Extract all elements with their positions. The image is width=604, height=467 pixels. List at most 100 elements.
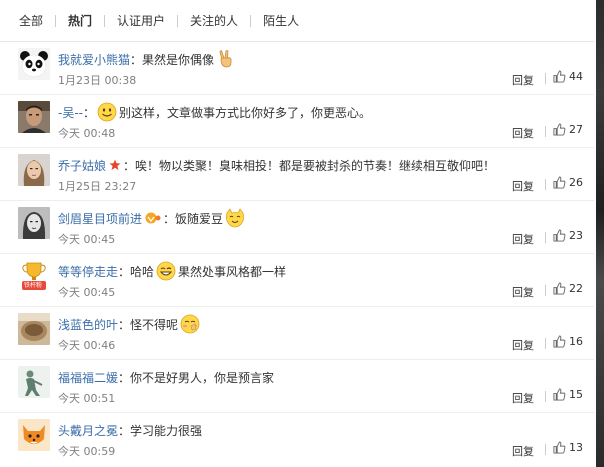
reply-button[interactable]: 回复 <box>512 125 534 141</box>
comment-time: 今天 00:45 <box>58 233 116 246</box>
action-divider <box>545 391 546 402</box>
like-count: 26 <box>569 176 583 189</box>
reply-button[interactable]: 回复 <box>512 231 534 247</box>
tab-verified-users[interactable]: 认证用户 <box>105 0 177 42</box>
comment-username[interactable]: 浅蓝色的叶 <box>58 316 118 333</box>
avatar-badge-label: 铁杆粉 <box>24 282 43 289</box>
comment-time: 今天 00:46 <box>58 339 116 352</box>
reply-button[interactable]: 回复 <box>512 390 534 406</box>
like-button[interactable]: 27 <box>553 123 583 136</box>
comment-username[interactable]: 剑眉星目项前进 <box>58 210 142 227</box>
comment-time: 今天 00:51 <box>58 392 116 405</box>
action-divider <box>545 126 546 137</box>
comment-username[interactable]: 乔子姑娘 <box>58 157 106 174</box>
victory-hand-emoji <box>216 49 236 69</box>
like-count: 22 <box>569 282 583 295</box>
comment-username[interactable]: 福福福二媛 <box>58 369 118 386</box>
woman-avatar[interactable] <box>18 154 50 186</box>
tab-following[interactable]: 关注的人 <box>178 0 250 42</box>
tab-strangers[interactable]: 陌生人 <box>251 0 311 42</box>
man-avatar[interactable] <box>18 101 50 133</box>
comment-username[interactable]: 等等停走走 <box>58 263 118 280</box>
like-count: 23 <box>569 229 583 242</box>
tab-hot[interactable]: 热门 <box>56 0 104 42</box>
like-count: 13 <box>569 441 583 454</box>
comment-time: 1月23日 00:38 <box>58 74 137 87</box>
thumbs-up-icon <box>553 282 566 295</box>
comment-filter-bar: 全部 热门 认证用户 关注的人 陌生人 <box>0 0 594 42</box>
thumbs-up-icon <box>553 229 566 242</box>
comment-item: 我就爱小熊猫 ： 果然是你偶像 1月23日 00:38 回复 44 <box>0 42 594 95</box>
bw-portrait-avatar[interactable] <box>18 207 50 239</box>
colon: ： <box>118 264 131 279</box>
comment-text: 学习能力很强 <box>130 423 203 438</box>
comment-item: 剑眉星目项前进 ： 饭随爱豆 今天 00:45 回复 23 <box>0 201 594 254</box>
colon: ： <box>118 317 131 332</box>
thumbs-up-icon <box>553 176 566 189</box>
thumbs-up-icon <box>553 123 566 136</box>
tab-all[interactable]: 全部 <box>15 0 55 42</box>
like-count: 44 <box>569 70 583 83</box>
action-divider <box>545 444 546 455</box>
comment-text: 哈哈 <box>130 264 155 279</box>
action-divider <box>545 179 546 190</box>
like-button[interactable]: 22 <box>553 282 583 295</box>
fox-avatar[interactable] <box>18 419 50 451</box>
thumbs-up-icon <box>553 441 566 454</box>
comment-text-continued: 果然处事风格都一样 <box>178 264 287 279</box>
comment-username[interactable]: 头戴月之冕 <box>58 422 118 439</box>
figure-avatar[interactable] <box>18 366 50 398</box>
thumbs-up-icon <box>553 388 566 401</box>
comment-text: 饭随爱豆 <box>175 211 224 226</box>
colon: ： <box>118 370 131 385</box>
action-divider <box>545 232 546 243</box>
comment-time: 今天 00:45 <box>58 286 116 299</box>
star-icon <box>109 159 121 171</box>
comment-username[interactable]: -吴-- <box>58 104 83 121</box>
comment-list: 我就爱小熊猫 ： 果然是你偶像 1月23日 00:38 回复 44 -吴-- ：… <box>0 42 594 466</box>
comment-time: 今天 00:48 <box>58 127 116 140</box>
comment-item: 乔子姑娘 ： 唉！物以类聚！臭味相投！都是要被封杀的节奏！继续相互敬仰吧！ 1月… <box>0 148 594 201</box>
reply-button[interactable]: 回复 <box>512 178 534 194</box>
vip-icon <box>145 212 161 224</box>
like-button[interactable]: 15 <box>553 388 583 401</box>
colon: ： <box>163 211 176 226</box>
comment-item: -吴-- ： 别这样，文章做事方式比你好多了，你更恶心。 今天 00:48 回复… <box>0 95 594 148</box>
reply-button[interactable]: 回复 <box>512 443 534 459</box>
panda-avatar[interactable] <box>18 48 50 80</box>
thumbs-up-icon <box>553 335 566 348</box>
action-divider <box>545 338 546 349</box>
like-button[interactable]: 26 <box>553 176 583 189</box>
shy-emoji <box>180 314 200 334</box>
grin-emoji <box>156 261 176 281</box>
colon: ： <box>130 52 143 67</box>
food-avatar[interactable] <box>18 313 50 345</box>
comment-username[interactable]: 我就爱小熊猫 <box>58 51 130 68</box>
trophy-avatar[interactable]: 铁杆粉 <box>18 260 50 292</box>
like-count: 15 <box>569 388 583 401</box>
colon: ： <box>118 423 131 438</box>
like-button[interactable]: 44 <box>553 70 583 83</box>
smile-emoji <box>97 102 117 122</box>
colon: ： <box>83 105 96 120</box>
comment-item: 福福福二媛 ： 你不是好男人，你是预言家 今天 00:51 回复 15 <box>0 360 594 413</box>
reply-button[interactable]: 回复 <box>512 337 534 353</box>
like-button[interactable]: 13 <box>553 441 583 454</box>
comment-text: 别这样，文章做事方式比你好多了，你更恶心。 <box>119 105 372 120</box>
action-divider <box>545 73 546 84</box>
comment-time: 今天 00:59 <box>58 445 116 458</box>
like-count: 16 <box>569 335 583 348</box>
background-edge <box>596 0 604 467</box>
comment-time: 1月25日 23:27 <box>58 180 137 193</box>
reply-button[interactable]: 回复 <box>512 284 534 300</box>
thumbs-up-icon <box>553 70 566 83</box>
comment-text: 果然是你偶像 <box>142 52 215 67</box>
comment-item: 铁杆粉 等等停走走 ： 哈哈 果然处事风格都一样 今天 00:45 回复 22 <box>0 254 594 307</box>
like-count: 27 <box>569 123 583 136</box>
like-button[interactable]: 16 <box>553 335 583 348</box>
comment-text: 唉！物以类聚！臭味相投！都是要被封杀的节奏！继续相互敬仰吧！ <box>135 158 496 173</box>
reply-button[interactable]: 回复 <box>512 72 534 88</box>
colon: ： <box>123 158 136 173</box>
like-button[interactable]: 23 <box>553 229 583 242</box>
comment-item: 浅蓝色的叶 ： 怪不得呢 今天 00:46 回复 16 <box>0 307 594 360</box>
